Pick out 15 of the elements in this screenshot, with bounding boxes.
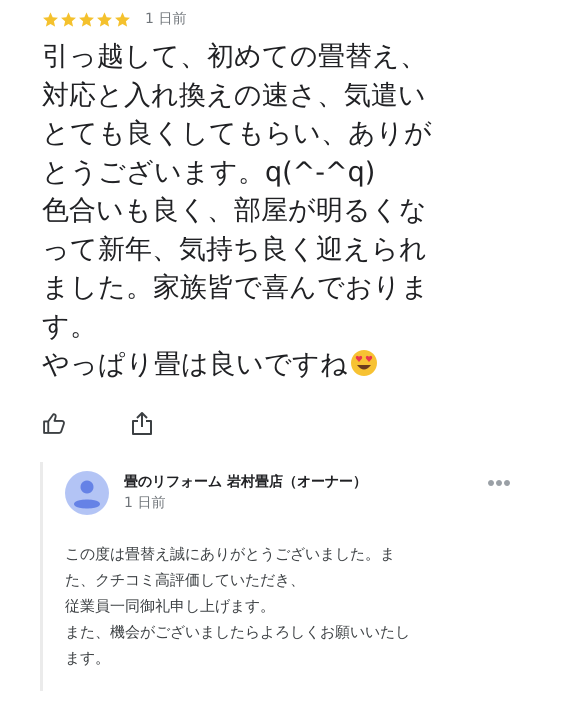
star-icon	[114, 11, 131, 28]
review-time: 1 日前	[145, 10, 186, 29]
reply-text: この度は畳替え誠にありがとうございました。ま た、クチコミ高評価していただき、 従業員一同御礼申し上げます。 また、機会がございましたらよろしくお願いいたし ます。	[65, 544, 410, 668]
star-icon	[96, 11, 113, 28]
review-text: 引っ越して、初めての畳替え、 対応と入れ換えの速さ、気遣い とても良くしてもらい、ありが とうございます。q(^-^q) 色合いも良く、部屋が明るくな って新年、気持ち良く迎えられ ました。家族皆で喜んでおりま す。 やっぱり畳は良いですね	[42, 40, 432, 382]
owner-name: 畳のリフォーム 岩村畳店（オーナー）	[124, 472, 367, 492]
star-icon	[60, 11, 77, 28]
star-icon	[78, 11, 95, 28]
more-options-button[interactable]	[488, 478, 510, 486]
heart-eyes-emoji-icon	[350, 349, 378, 377]
like-button[interactable]	[42, 410, 67, 436]
star-icon	[42, 11, 59, 28]
reply-time: 1 日前	[124, 494, 166, 512]
avatar-icon	[65, 470, 109, 514]
share-button[interactable]	[131, 410, 153, 436]
